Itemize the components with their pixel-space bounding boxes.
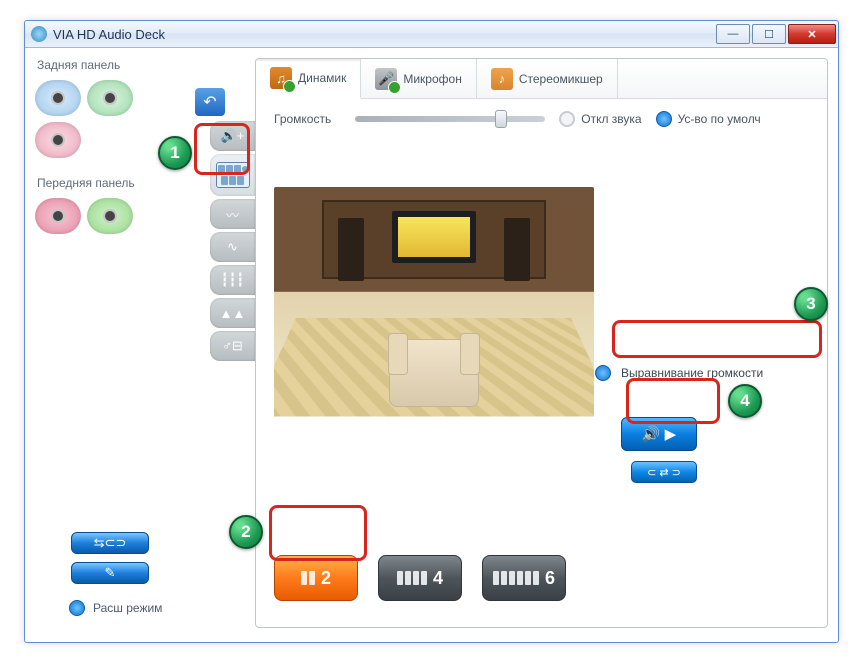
speaker-count-6[interactable]: 6 (482, 555, 566, 601)
volume-slider-thumb[interactable] (495, 110, 507, 128)
close-button[interactable]: ✕ (788, 24, 836, 44)
side-environment-icon[interactable]: ▲▲ (210, 298, 255, 328)
volume-leveling-radio-icon (595, 365, 611, 381)
volume-row: Громкость Откл звука Ус-во по умолч (256, 99, 827, 131)
advanced-mode-label: Расш режим (93, 601, 162, 615)
tab-mixer-label: Стереомикшер (519, 72, 603, 86)
tab-mic-label: Микрофон (403, 72, 461, 86)
main-panel: ♫ Динамик 🎤 Микрофон ♪ Стереомикшер Гром… (255, 58, 828, 628)
side-volume-icon[interactable]: 🔊+ (210, 121, 255, 151)
settings-button[interactable]: ✎ (71, 562, 149, 584)
window-title: VIA HD Audio Deck (53, 27, 714, 42)
speaker-count-2[interactable]: 2 (274, 555, 358, 601)
advanced-mode-toggle[interactable]: Расш режим (69, 600, 162, 616)
tab-microphone[interactable]: 🎤 Микрофон (361, 59, 476, 98)
advanced-mode-radio-icon (69, 600, 85, 616)
room-tv-icon (392, 211, 475, 263)
side-speaker-setup-icon[interactable] (210, 154, 255, 196)
default-device-radio-icon (656, 111, 672, 127)
volume-label: Громкость (274, 112, 331, 126)
room-left-speaker-icon[interactable] (338, 218, 364, 281)
app-icon (31, 26, 47, 42)
jack-front-green[interactable] (87, 198, 133, 234)
room-right-speaker-icon[interactable] (504, 218, 530, 281)
side-room-icon[interactable]: ♂⊟ (210, 331, 255, 361)
connector-small-button[interactable]: ⊂ ⇄ ⊃ (631, 461, 697, 483)
connector-button[interactable]: ⇆⊂⊃ (71, 532, 149, 554)
rear-panel-label: Задняя панель (37, 58, 255, 72)
tab-strip: ♫ Динамик 🎤 Микрофон ♪ Стереомикшер (256, 59, 827, 99)
default-device-label: Ус-во по умолч (678, 112, 761, 126)
speaker-play-icon: 🔊 (642, 425, 661, 443)
volume-leveling-option[interactable]: Выравнивание громкости (595, 359, 805, 387)
mute-option[interactable]: Откл звука (559, 111, 641, 127)
maximize-button[interactable]: ☐ (752, 24, 786, 44)
minimize-button[interactable]: — (716, 24, 750, 44)
jack-rear-pink[interactable] (35, 122, 81, 158)
app-window: VIA HD Audio Deck — ☐ ✕ Задняя панель Пе… (24, 20, 839, 643)
jack-front-pink[interactable] (35, 198, 81, 234)
volume-leveling-label: Выравнивание громкости (621, 366, 763, 380)
tab-speaker[interactable]: ♫ Динамик (256, 59, 361, 99)
side-equalizer-icon[interactable]: ∿ (210, 232, 255, 262)
left-panel: Задняя панель Передняя панель ↶ 🔊+ 〰 ∿ ┇… (25, 48, 255, 642)
mute-radio-icon (559, 111, 575, 127)
undo-button[interactable]: ↶ (195, 88, 225, 116)
microphone-tab-icon: 🎤 (375, 68, 397, 90)
side-icon-strip: 🔊+ 〰 ∿ ┇┇┇ ▲▲ ♂⊟ (210, 121, 255, 364)
speaker-count-2-label: 2 (321, 568, 331, 589)
play-arrow-icon: ▶ (665, 425, 677, 443)
room-preview (274, 187, 594, 449)
speaker-count-4-label: 4 (433, 568, 443, 589)
default-device-option[interactable]: Ус-во по умолч (656, 111, 761, 127)
titlebar: VIA HD Audio Deck — ☐ ✕ (25, 21, 838, 48)
stereomixer-tab-icon: ♪ (491, 68, 513, 90)
side-levels-icon[interactable]: ┇┇┇ (210, 265, 255, 295)
speaker-count-selector: 2 4 6 (274, 555, 566, 601)
speaker-count-6-label: 6 (545, 568, 555, 589)
tab-stereomixer[interactable]: ♪ Стереомикшер (477, 59, 618, 98)
volume-slider[interactable] (355, 116, 545, 122)
room-sofa-icon (389, 339, 479, 407)
mute-label: Откл звука (581, 112, 641, 126)
tab-speaker-label: Динамик (298, 71, 346, 85)
jack-rear-blue[interactable] (35, 80, 81, 116)
speaker-tab-icon: ♫ (270, 67, 292, 89)
jack-rear-green[interactable] (87, 80, 133, 116)
test-play-button[interactable]: 🔊 ▶ (621, 417, 697, 451)
speaker-count-4[interactable]: 4 (378, 555, 462, 601)
side-bass-icon[interactable]: 〰 (210, 199, 255, 229)
